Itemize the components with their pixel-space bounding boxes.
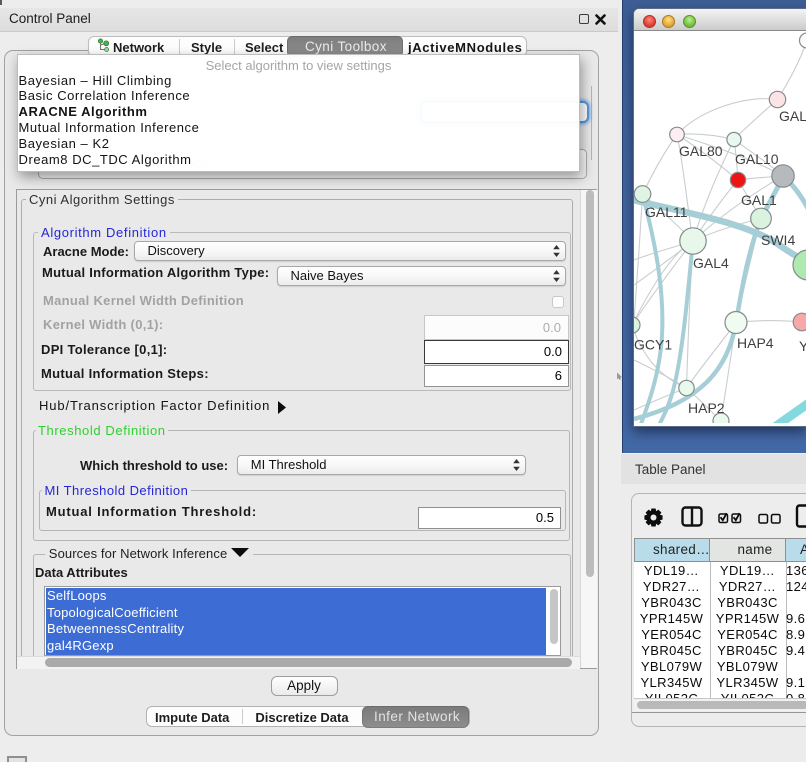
svg-text:SWI4: SWI4: [761, 232, 795, 248]
svg-text:GAL4: GAL4: [693, 255, 729, 271]
svg-text:GAL1: GAL1: [741, 192, 777, 208]
svg-text:HAP2: HAP2: [688, 400, 725, 416]
svg-text:GAL11: GAL11: [645, 204, 688, 220]
svg-text:YJ: YJ: [799, 338, 806, 354]
svg-text:GAL80: GAL80: [679, 143, 723, 159]
svg-text:GCY1: GCY1: [634, 337, 672, 353]
svg-text:GAL7: GAL7: [779, 108, 806, 124]
svg-text:GAL10: GAL10: [735, 151, 779, 167]
svg-text:HAP4: HAP4: [737, 335, 774, 351]
